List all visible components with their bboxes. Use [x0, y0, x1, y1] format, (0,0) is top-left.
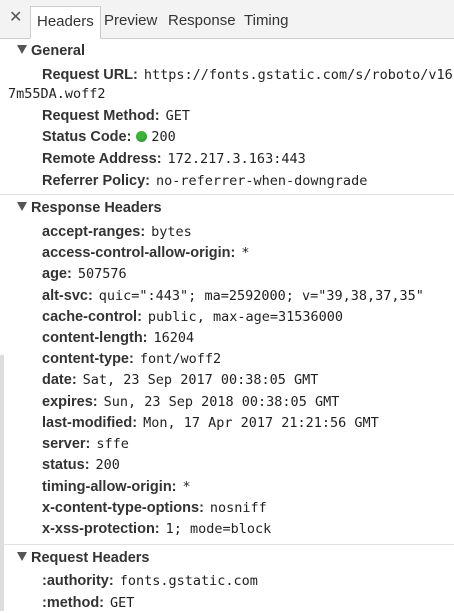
tab-headers[interactable]: Headers [30, 6, 101, 39]
header-key: server: [42, 436, 91, 452]
section-title: Response Headers [31, 200, 162, 216]
request-url-row: Request URL: https://fonts.gstatic.com/s/… [42, 64, 454, 84]
status-code-row: Status Code: 200 [42, 126, 454, 146]
header-row: age: 507576 [42, 263, 454, 283]
header-key: Remote Address: [42, 151, 162, 167]
header-row: date: Sat, 23 Sep 2017 00:38:05 GMT [42, 369, 454, 389]
header-key: cache-control: [42, 309, 142, 325]
header-value: * [241, 245, 250, 261]
header-row: last-modified: Mon, 17 Apr 2017 21:21:56 … [42, 412, 454, 432]
header-value: 16204 [153, 330, 195, 346]
header-value: 172.217.3.163:443 [167, 151, 306, 167]
header-row: x-content-type-options: nosniff [42, 497, 454, 517]
section-title: Request Headers [31, 550, 150, 566]
header-key: age: [42, 266, 72, 282]
header-value: Mon, 17 Apr 2017 21:21:56 GMT [143, 415, 379, 431]
header-key: Referrer Policy: [42, 173, 150, 189]
header-key: Request Method: [42, 108, 160, 124]
header-key: x-content-type-options: [42, 500, 204, 516]
request-url-continuation: 7m55DA.woff2 [8, 86, 106, 102]
header-value: fonts.gstatic.com [119, 573, 258, 589]
header-key: timing-allow-origin: [42, 479, 177, 495]
header-key: Request URL: [42, 67, 138, 83]
header-value: 200 [95, 457, 120, 473]
header-key: content-length: [42, 330, 148, 346]
header-value: quic=":443"; ma=2592000; v="39,38,37,35" [98, 288, 424, 304]
header-value: no-referrer-when-downgrade [156, 173, 368, 189]
header-key: expires: [42, 394, 98, 410]
request-method-row: Request Method: GET [42, 105, 454, 125]
header-row: :authority: fonts.gstatic.com [42, 570, 454, 590]
header-key: Status Code: [42, 129, 132, 145]
header-value: bytes [151, 224, 192, 240]
header-row: alt-svc: quic=":443"; ma=2592000; v="39,3… [42, 285, 454, 305]
tab-response[interactable]: Response [162, 6, 242, 39]
header-key: :method: [42, 595, 105, 611]
status-dot-icon [136, 131, 148, 142]
header-row: :method: GET [42, 592, 454, 612]
header-key: access-control-allow-origin: [42, 245, 236, 261]
header-value: font/woff2 [139, 351, 222, 367]
header-key: last-modified: [42, 415, 138, 431]
header-key: :authority: [42, 573, 114, 589]
header-row: server: sffe [42, 433, 454, 453]
header-row: expires: Sun, 23 Sep 2018 00:38:05 GMT [42, 391, 454, 411]
referrer-policy-row: Referrer Policy: no-referrer-when-downgra… [42, 170, 454, 190]
header-row: timing-allow-origin: * [42, 476, 454, 496]
header-value: Sun, 23 Sep 2018 00:38:05 GMT [103, 394, 340, 410]
header-value: GET [165, 108, 190, 124]
general-section-header[interactable]: General [0, 39, 454, 63]
remote-address-row: Remote Address: 172.217.3.163:443 [42, 148, 454, 168]
close-icon[interactable]: ✕ [9, 8, 25, 28]
header-key: accept-ranges: [42, 224, 146, 240]
header-value: * [182, 479, 191, 495]
header-value: 200 [151, 129, 176, 145]
header-key: date: [42, 372, 77, 388]
collapse-triangle-icon [17, 552, 27, 561]
request-headers-section-header[interactable]: Request Headers [0, 546, 454, 570]
header-value: nosniff [209, 500, 267, 516]
header-value: 1; mode=block [165, 521, 272, 537]
header-row: x-xss-protection: 1; mode=block [42, 518, 454, 538]
header-value: sffe [96, 436, 129, 452]
header-key: x-xss-protection: [42, 521, 160, 537]
header-value: public, max-age=31536000 [147, 309, 343, 325]
section-divider [0, 544, 454, 545]
header-key: alt-svc: [42, 288, 93, 304]
header-row: content-type: font/woff2 [42, 348, 454, 368]
header-row: access-control-allow-origin: * [42, 242, 454, 262]
header-row: status: 200 [42, 454, 454, 474]
section-divider [0, 194, 454, 195]
header-row: content-length: 16204 [42, 327, 454, 347]
collapse-triangle-icon [17, 45, 27, 54]
section-title: General [31, 43, 85, 59]
header-value: https://fonts.gstatic.com/s/roboto/v16 [143, 67, 453, 83]
header-key: status: [42, 457, 90, 473]
header-value: Sat, 23 Sep 2017 00:38:05 GMT [82, 372, 319, 388]
tab-preview[interactable]: Preview [98, 6, 163, 39]
header-key: content-type: [42, 351, 134, 367]
header-row: cache-control: public, max-age=31536000 [42, 306, 454, 326]
scrollbar[interactable] [0, 355, 4, 611]
tab-timing[interactable]: Timing [238, 6, 294, 39]
header-value: GET [110, 595, 135, 611]
header-row: accept-ranges: bytes [42, 221, 454, 241]
collapse-triangle-icon [17, 202, 27, 211]
response-headers-section-header[interactable]: Response Headers [0, 196, 454, 220]
header-value: 507576 [77, 266, 127, 282]
tab-bar: ✕ Headers Preview Response Timing [0, 0, 454, 39]
